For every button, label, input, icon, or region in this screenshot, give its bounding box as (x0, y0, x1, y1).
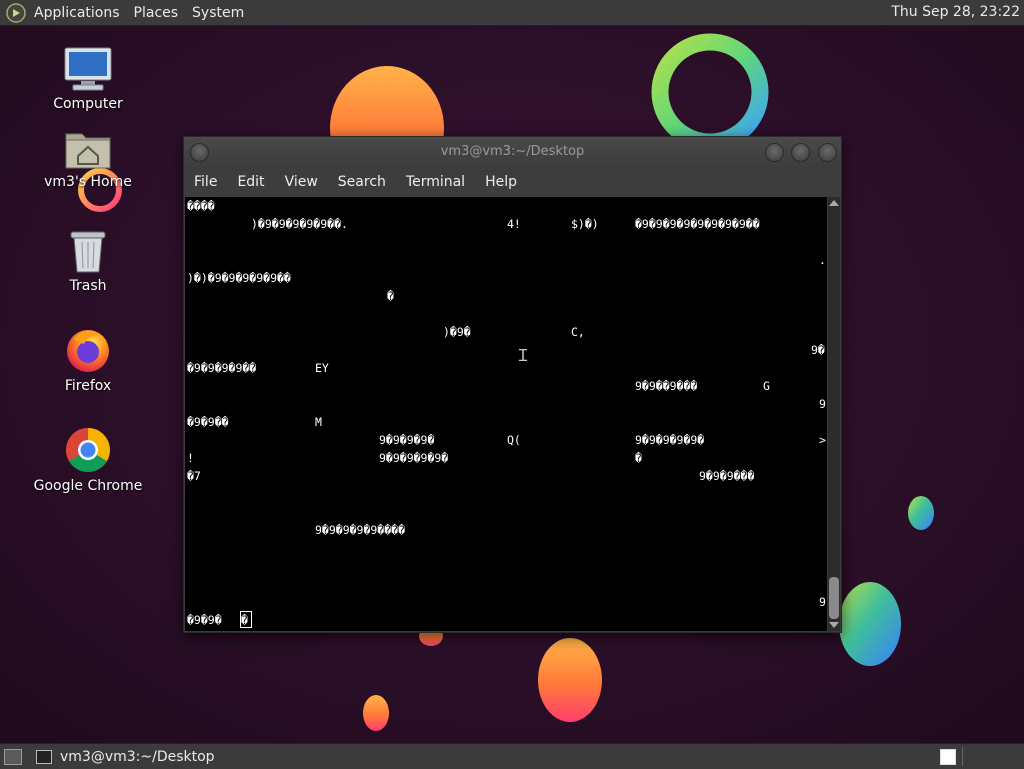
cursor-char: � (241, 613, 248, 627)
system-menu[interactable]: System (186, 5, 252, 21)
terminal-text: 9�9��9��� (635, 379, 698, 393)
mouse-ibeam-cursor-icon: Ｉ (515, 346, 532, 365)
desktop-icon-home[interactable]: vm3's Home (33, 128, 143, 190)
desktop-icon-chrome[interactable]: Google Chrome (33, 426, 143, 494)
terminal-prompt-text: �9�9� (187, 613, 222, 627)
firefox-icon (67, 330, 109, 372)
scroll-down-arrow-icon[interactable] (829, 622, 839, 628)
scroll-up-arrow-icon[interactable] (829, 200, 839, 206)
home-folder-icon (65, 133, 111, 169)
terminal-output[interactable]: ���� )�9�9�9�9�9��. 4! $)�) �9�9�9�9�9�9… (185, 197, 827, 631)
show-desktop-icon[interactable] (4, 749, 22, 765)
close-button[interactable] (818, 143, 837, 162)
terminal-text: . (819, 253, 826, 267)
terminal-window[interactable]: vm3@vm3:~/Desktop File Edit View Search … (183, 136, 842, 633)
terminal-text: > (819, 433, 826, 447)
desktop-icon-computer[interactable]: Computer (33, 46, 143, 112)
menu-edit[interactable]: Edit (227, 174, 274, 190)
desktop-icon-label: Google Chrome (33, 478, 143, 494)
desktop-icon-label: Trash (69, 278, 107, 294)
terminal-text: �9�9�9�9�9�9�9�9�� (635, 217, 760, 231)
terminal-text: � (635, 451, 642, 465)
window-menu-button[interactable] (190, 143, 209, 162)
terminal-text: 9�9�9��� (699, 469, 755, 483)
terminal-text: 9 (819, 595, 826, 609)
scrollbar-thumb[interactable] (829, 577, 839, 619)
trash-icon (70, 231, 106, 273)
terminal-text: 4! (507, 217, 521, 231)
maximize-button[interactable] (791, 143, 810, 162)
places-menu[interactable]: Places (128, 5, 187, 21)
terminal-scrollbar[interactable] (828, 197, 840, 631)
terminal-menubar: File Edit View Search Terminal Help (184, 167, 841, 197)
terminal-text: C, (571, 325, 585, 339)
terminal-text: 9�9�9�9�9� (635, 433, 705, 447)
desktop-icon-label: Firefox (64, 378, 112, 394)
menu-file[interactable]: File (184, 174, 227, 190)
terminal-text: $)�) (571, 217, 599, 231)
desktop-icon-label: Computer (53, 96, 123, 112)
terminal-text: 9�9�9�9� (379, 433, 435, 447)
desktop-icon-firefox[interactable]: Firefox (33, 326, 143, 394)
window-titlebar[interactable]: vm3@vm3:~/Desktop (184, 137, 841, 167)
terminal-text: �9�9�9�9�� (187, 361, 257, 375)
window-title: vm3@vm3:~/Desktop (440, 144, 585, 159)
terminal-text: M (315, 415, 322, 429)
terminal-text: �7 (187, 469, 201, 483)
terminal-text: )�9�9�9�9�9��. (251, 217, 348, 231)
terminal-text: )�9� (443, 325, 471, 339)
menu-search[interactable]: Search (328, 174, 396, 190)
menu-terminal[interactable]: Terminal (396, 174, 475, 190)
menu-help[interactable]: Help (475, 174, 527, 190)
terminal-text: EY (315, 361, 329, 375)
terminal-text: � (387, 289, 394, 303)
bottom-panel: vm3@vm3:~/Desktop (0, 743, 1024, 769)
terminal-cursor: � (240, 611, 252, 628)
terminal-text: Q( (507, 433, 521, 447)
menu-view[interactable]: View (275, 174, 328, 190)
terminal-text: 9�9�9�9�9� (379, 451, 449, 465)
minimize-button[interactable] (765, 143, 784, 162)
top-panel: Applications Places System Thu Sep 28, 2… (0, 0, 1024, 26)
distro-logo-icon[interactable] (6, 2, 26, 23)
desktop-icon-trash[interactable]: Trash (33, 228, 143, 294)
terminal-text: �9�9�� (187, 415, 229, 429)
terminal-text: ���� (187, 199, 215, 213)
terminal-text: 9�9�9�9�9���� (315, 523, 406, 537)
computer-icon (64, 47, 112, 91)
terminal-icon (36, 749, 52, 764)
taskbar-item-terminal[interactable]: vm3@vm3:~/Desktop (36, 744, 215, 769)
terminal-text: G (763, 379, 770, 393)
terminal-text: ! (187, 451, 194, 465)
chrome-icon (66, 428, 110, 472)
taskbar-item-label: vm3@vm3:~/Desktop (60, 748, 215, 765)
workspace-switcher[interactable] (940, 749, 956, 765)
terminal-text: )�)�9�9�9�9�9�� (187, 271, 291, 285)
terminal-text: 9 (819, 397, 826, 411)
panel-separator (962, 747, 963, 766)
applications-menu[interactable]: Applications (32, 5, 128, 21)
clock[interactable]: Thu Sep 28, 23:22 (891, 4, 1020, 20)
desktop-icon-label: vm3's Home (44, 174, 132, 190)
terminal-text: 9� (811, 343, 825, 357)
